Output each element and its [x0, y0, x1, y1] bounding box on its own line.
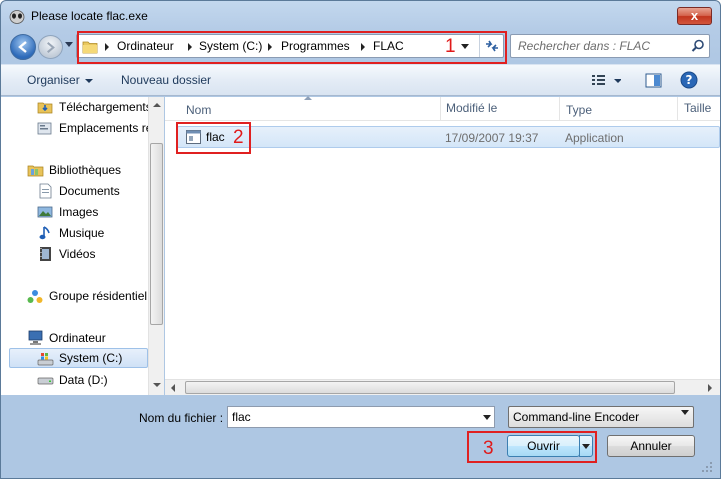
scroll-up-icon[interactable]: [153, 103, 161, 107]
filename-combobox[interactable]: [227, 406, 495, 428]
view-options-icon[interactable]: [591, 73, 621, 89]
table-row[interactable]: flac 17/09/2007 19:37 Application: [177, 126, 720, 148]
sort-ascending-icon: [304, 96, 312, 100]
column-header-row: Nom Modifié le Type Taille: [165, 96, 720, 121]
nav-item-downloads[interactable]: Téléchargements: [1, 97, 152, 117]
nav-item-label: Emplacements ré: [59, 121, 153, 135]
computer-icon: [28, 330, 43, 345]
nav-item-label: Groupe résidentiel: [49, 289, 148, 303]
command-toolbar: Organiser Nouveau dossier ?: [1, 64, 720, 96]
nav-item-label: Bibliothèques: [49, 163, 122, 177]
nav-item-music[interactable]: Musique: [1, 223, 148, 243]
navigation-scroll-thumb[interactable]: [150, 143, 163, 325]
images-icon: [37, 206, 53, 218]
nav-item-computer[interactable]: Ordinateur: [1, 328, 148, 348]
nav-item-documents[interactable]: Documents: [1, 181, 148, 201]
navigation-pane: Téléchargements Emplacements ré Biblioth…: [1, 97, 164, 395]
chevron-down-icon: [681, 410, 689, 415]
file-type-select[interactable]: Command-line Encoder: [508, 406, 694, 428]
nav-item-label: Images: [59, 205, 99, 219]
column-header-type[interactable]: Type: [566, 103, 592, 117]
svg-text:?: ?: [686, 73, 693, 87]
file-open-dialog: Please locate flac.exe x Ordinateur Syst…: [0, 0, 721, 479]
arrow-right-icon: [47, 42, 55, 53]
nav-item-label: Vidéos: [59, 247, 96, 261]
navigation-scrollbar[interactable]: [148, 97, 164, 395]
callout-number-2: 2: [233, 127, 244, 148]
column-header-modified[interactable]: Modifié le: [446, 101, 497, 115]
back-button[interactable]: [10, 34, 36, 60]
app-alien-icon: [9, 10, 25, 24]
file-modified-cell: 17/09/2007 19:37: [445, 131, 539, 145]
filename-label: Nom du fichier :: [139, 411, 224, 425]
help-icon[interactable]: ?: [680, 71, 698, 89]
music-icon: [39, 226, 50, 240]
scroll-down-icon[interactable]: [153, 383, 161, 387]
preview-pane-icon[interactable]: [645, 73, 663, 89]
file-list-horizontal-scrollbar[interactable]: [165, 379, 720, 395]
organize-label: Organiser: [27, 73, 80, 87]
nav-item-images[interactable]: Images: [1, 202, 148, 222]
forward-button[interactable]: [38, 35, 63, 59]
file-type-cell: Application: [565, 131, 624, 145]
callout-number-3: 3: [483, 438, 494, 459]
column-divider[interactable]: [440, 97, 441, 121]
horizontal-scroll-thumb[interactable]: [185, 381, 675, 394]
search-box[interactable]: Rechercher dans : FLAC: [510, 34, 710, 58]
scroll-left-icon[interactable]: [171, 384, 175, 392]
nav-item-recent-places[interactable]: Emplacements ré: [1, 118, 152, 138]
search-placeholder: Rechercher dans : FLAC: [518, 39, 651, 53]
file-type-value: Command-line Encoder: [513, 410, 640, 424]
search-icon: [691, 39, 704, 52]
nav-item-libraries[interactable]: Bibliothèques: [1, 160, 148, 180]
column-header-name[interactable]: Nom: [186, 103, 211, 117]
column-divider[interactable]: [677, 97, 678, 121]
callout-frame-address: [77, 31, 507, 64]
cancel-button[interactable]: Annuler: [607, 435, 695, 457]
arrow-left-icon: [18, 41, 27, 53]
column-divider[interactable]: [559, 97, 560, 121]
system-drive-icon: [37, 353, 54, 366]
nav-item-data-drive[interactable]: Data (D:): [1, 370, 148, 390]
nav-item-label: Documents: [59, 184, 120, 198]
nav-item-homegroup[interactable]: Groupe résidentiel: [1, 286, 148, 306]
chevron-down-icon: [84, 78, 93, 83]
resize-grip-icon[interactable]: [701, 461, 713, 473]
data-drive-icon: [37, 377, 54, 385]
organize-button[interactable]: Organiser: [27, 73, 93, 87]
nav-item-label: Téléchargements: [59, 100, 152, 114]
nav-item-system-drive[interactable]: System (C:): [9, 348, 148, 368]
filename-dropdown-icon[interactable]: [483, 415, 491, 420]
title-bar[interactable]: Please locate flac.exe x: [1, 1, 720, 31]
videos-icon: [40, 247, 51, 261]
filename-input[interactable]: [228, 407, 478, 427]
new-folder-button[interactable]: Nouveau dossier: [121, 73, 211, 87]
documents-icon: [39, 183, 52, 199]
downloads-folder-icon: [37, 102, 53, 114]
nav-item-label: Ordinateur: [49, 331, 106, 345]
recent-pages-dropdown-icon[interactable]: [65, 42, 73, 47]
close-button[interactable]: x: [677, 7, 712, 25]
close-icon: x: [690, 8, 699, 23]
nav-item-label: System (C:): [59, 351, 123, 365]
scroll-right-icon[interactable]: [708, 384, 712, 392]
callout-number-1: 1: [445, 36, 456, 57]
nav-item-videos[interactable]: Vidéos: [1, 244, 148, 264]
recent-places-icon: [37, 122, 52, 135]
homegroup-icon: [27, 290, 43, 303]
nav-item-label: Musique: [59, 226, 105, 240]
libraries-icon: [27, 165, 44, 177]
nav-item-label: Data (D:): [59, 373, 108, 387]
window-title: Please locate flac.exe: [31, 9, 148, 23]
column-header-size[interactable]: Taille: [684, 101, 711, 115]
